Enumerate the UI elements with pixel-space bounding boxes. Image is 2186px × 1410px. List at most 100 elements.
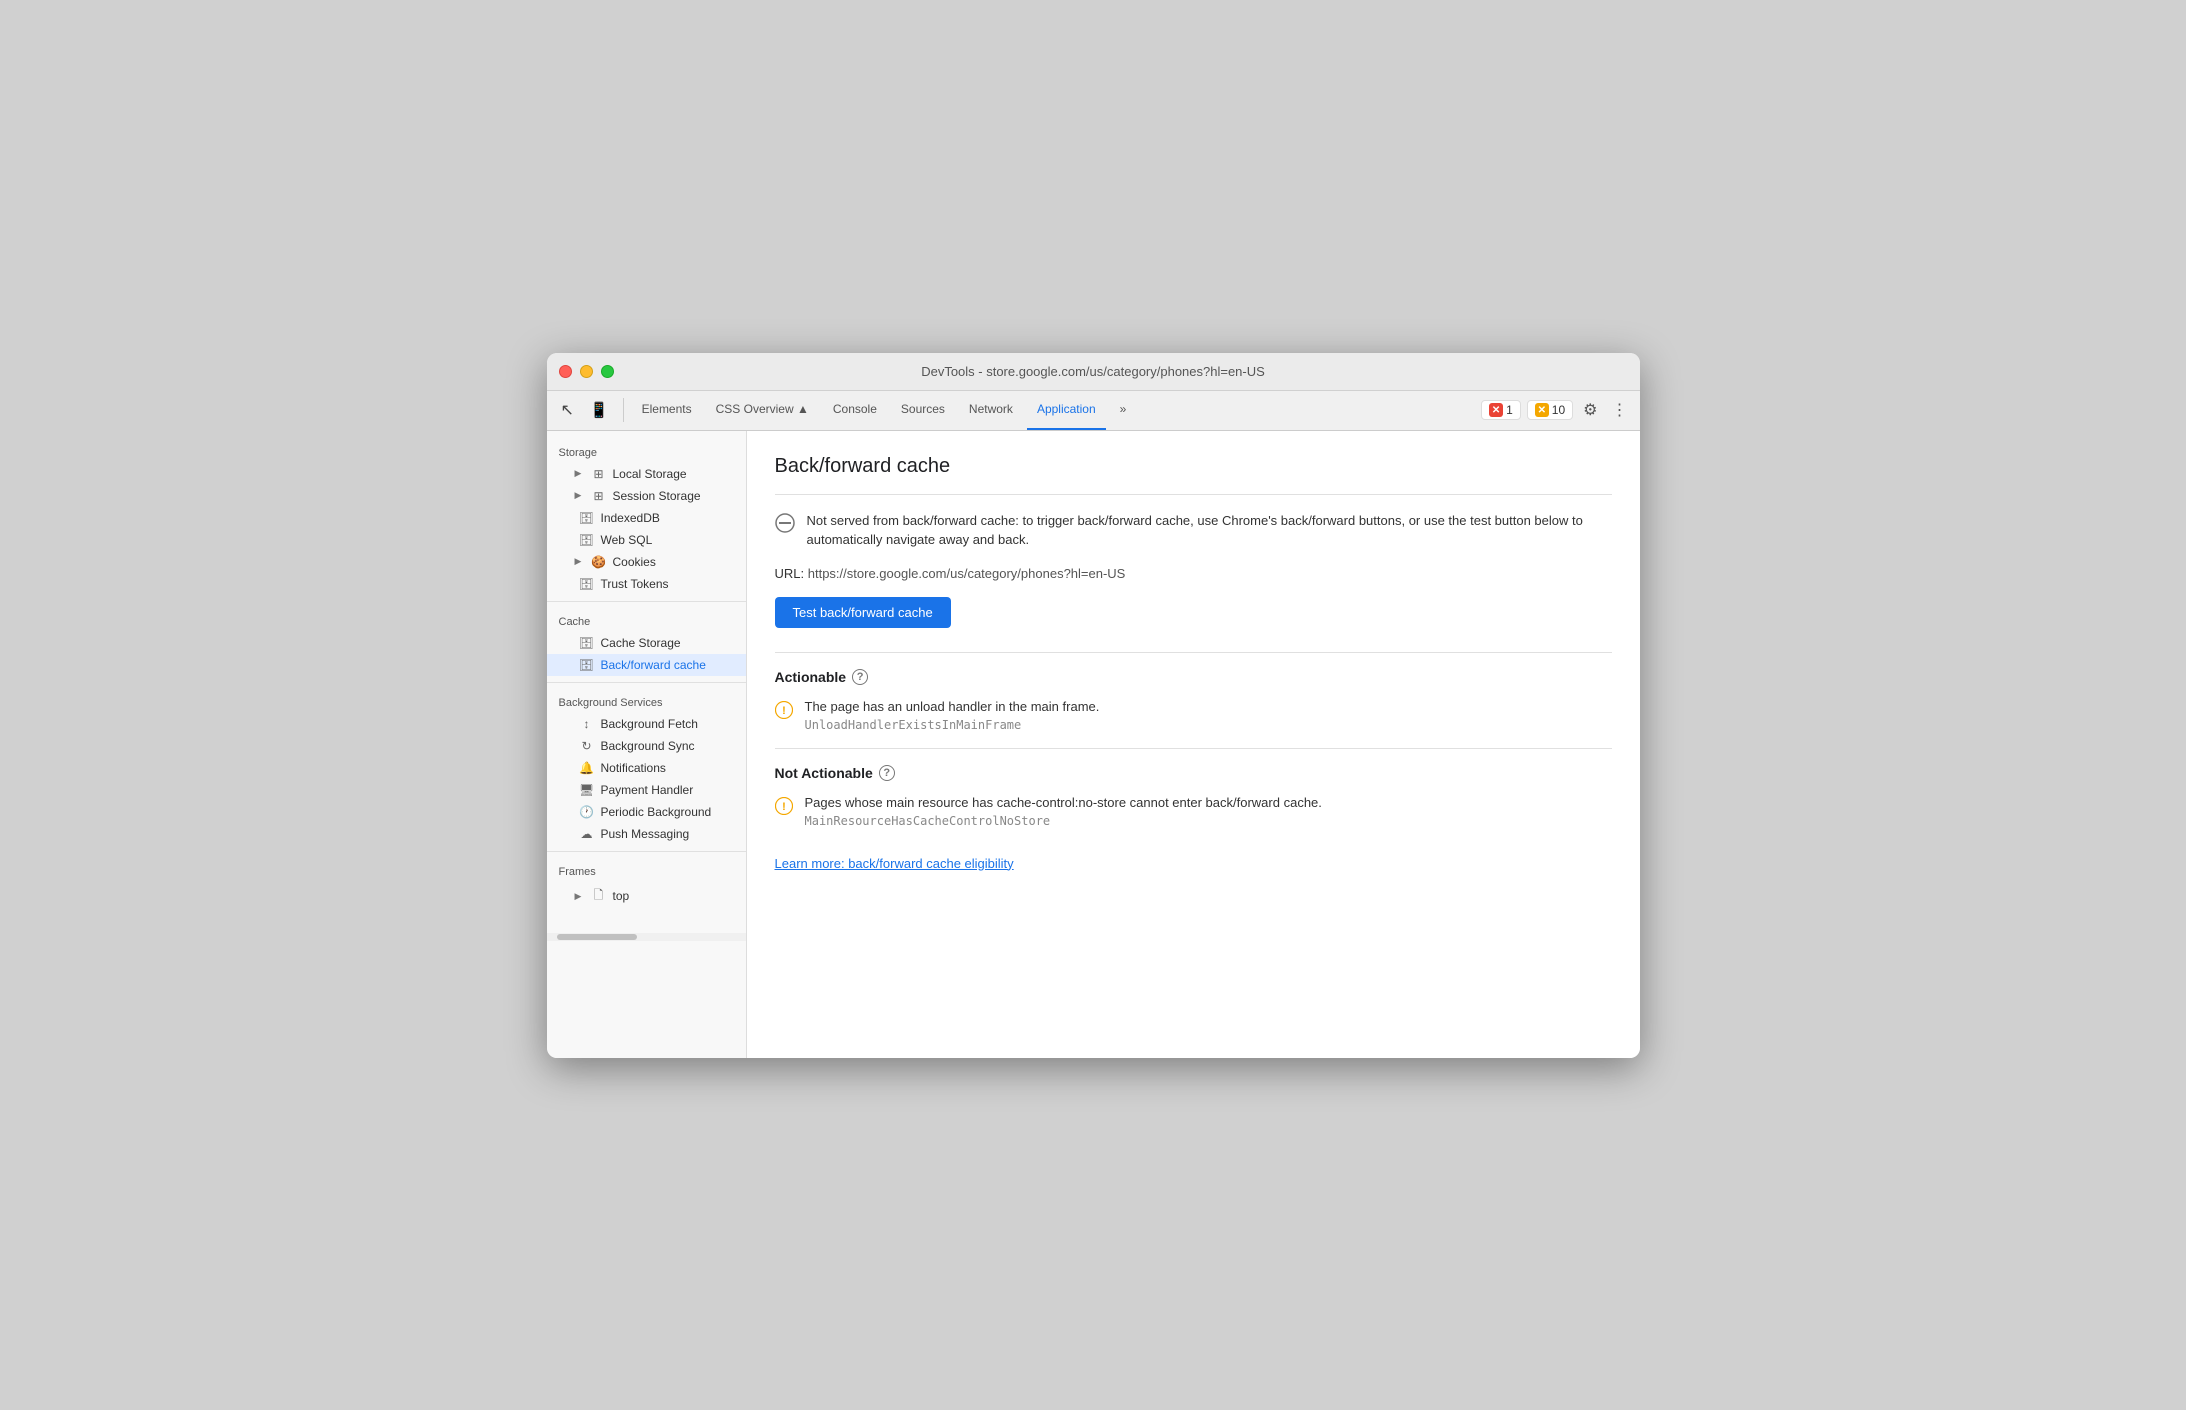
payment-handler-icon: 🖥 xyxy=(579,783,595,797)
panel-divider-2 xyxy=(775,652,1612,653)
local-storage-icon: ⊞ xyxy=(591,467,607,481)
sidebar-item-web-sql[interactable]: 🗄 Web SQL xyxy=(547,529,746,551)
tab-application[interactable]: Application xyxy=(1027,390,1106,430)
actionable-item-content-1: The page has an unload handler in the ma… xyxy=(805,699,1100,732)
panel-divider-3 xyxy=(775,748,1612,749)
close-button[interactable] xyxy=(559,365,572,378)
actionable-heading: Actionable ? xyxy=(775,669,1612,685)
settings-button[interactable]: ⚙ xyxy=(1579,396,1601,424)
sidebar-label-notifications: Notifications xyxy=(601,761,666,775)
sidebar-item-indexeddb[interactable]: 🗄 IndexedDB xyxy=(547,507,746,529)
tab-sources[interactable]: Sources xyxy=(891,390,955,430)
error-badge[interactable]: ✕ 1 xyxy=(1481,400,1521,420)
page-title: Back/forward cache xyxy=(775,455,1612,478)
devtools-window: DevTools - store.google.com/us/category/… xyxy=(547,353,1640,1058)
url-label: URL: xyxy=(775,566,805,581)
sidebar-item-payment-handler[interactable]: 🖥 Payment Handler xyxy=(547,779,746,801)
tab-more[interactable]: » xyxy=(1110,390,1137,430)
no-entry-icon xyxy=(775,513,795,533)
sidebar-label-web-sql: Web SQL xyxy=(601,533,653,547)
sidebar-label-cache-storage: Cache Storage xyxy=(601,636,681,650)
back-forward-cache-icon: 🗄 xyxy=(579,658,595,672)
not-actionable-item-message-1: Pages whose main resource has cache-cont… xyxy=(805,795,1322,810)
tab-console[interactable]: Console xyxy=(823,390,887,430)
toolbar-separator-1 xyxy=(623,398,624,422)
warning-icon-1: ! xyxy=(775,701,793,719)
actionable-item-code-1: UnloadHandlerExistsInMainFrame xyxy=(805,718,1100,732)
error-icon: ✕ xyxy=(1489,403,1503,417)
sidebar-item-trust-tokens[interactable]: 🗄 Trust Tokens xyxy=(547,573,746,595)
learn-more-link[interactable]: Learn more: back/forward cache eligibili… xyxy=(775,856,1014,871)
sidebar-item-push-messaging[interactable]: ☁ Push Messaging xyxy=(547,823,746,845)
actionable-item-1: ! The page has an unload handler in the … xyxy=(775,699,1612,732)
not-actionable-item-content-1: Pages whose main resource has cache-cont… xyxy=(805,795,1322,828)
not-actionable-heading: Not Actionable ? xyxy=(775,765,1612,781)
sidebar-scrollbar-track xyxy=(547,933,747,941)
svg-text:!: ! xyxy=(782,801,786,813)
expand-arrow-session-storage: ▶ xyxy=(575,490,585,501)
not-actionable-item-code-1: MainResourceHasCacheControlNoStore xyxy=(805,814,1322,828)
frames-section-label: Frames xyxy=(547,858,746,882)
sidebar-item-bg-fetch[interactable]: ↕ Background Fetch xyxy=(547,713,746,735)
tab-css-overview[interactable]: CSS Overview ▲ xyxy=(706,390,819,430)
sidebar-item-local-storage[interactable]: ▶ ⊞ Local Storage xyxy=(547,463,746,485)
sidebar: Storage ▶ ⊞ Local Storage ▶ ⊞ Session St… xyxy=(547,431,747,1058)
sidebar-item-bg-sync[interactable]: ↻ Background Sync xyxy=(547,735,746,757)
warning-icon: ✕ xyxy=(1535,403,1549,417)
tab-elements[interactable]: Elements xyxy=(632,390,702,430)
device-toolbar-button[interactable]: 📱 xyxy=(584,397,615,423)
push-messaging-icon: ☁ xyxy=(579,827,595,841)
content-panel: Back/forward cache Not served from back/… xyxy=(747,431,1640,1058)
tab-network[interactable]: Network xyxy=(959,390,1023,430)
sidebar-label-session-storage: Session Storage xyxy=(613,489,701,503)
sidebar-item-top-frame[interactable]: ▶ 🗋 top xyxy=(547,882,746,911)
not-actionable-help-icon[interactable]: ? xyxy=(879,765,895,781)
actionable-help-icon[interactable]: ? xyxy=(852,669,868,685)
cookies-icon: 🍪 xyxy=(591,555,607,569)
sidebar-label-cookies: Cookies xyxy=(613,555,656,569)
divider-3 xyxy=(547,851,746,852)
svg-text:!: ! xyxy=(782,705,786,717)
warning-badge[interactable]: ✕ 10 xyxy=(1527,400,1573,420)
sidebar-item-cache-storage[interactable]: 🗄 Cache Storage xyxy=(547,632,746,654)
sidebar-item-back-forward-cache[interactable]: 🗄 Back/forward cache xyxy=(547,654,746,676)
sidebar-label-bg-fetch: Background Fetch xyxy=(601,717,698,731)
sidebar-label-bg-sync: Background Sync xyxy=(601,739,695,753)
more-options-button[interactable]: ⋮ xyxy=(1608,396,1632,424)
session-storage-icon: ⊞ xyxy=(591,489,607,503)
sidebar-item-session-storage[interactable]: ▶ ⊞ Session Storage xyxy=(547,485,746,507)
trust-tokens-icon: 🗄 xyxy=(579,577,595,591)
cursor-tool-button[interactable]: ↖ xyxy=(555,396,580,424)
expand-arrow-cookies: ▶ xyxy=(575,556,585,567)
sidebar-label-top-frame: top xyxy=(613,889,630,903)
info-message: Not served from back/forward cache: to t… xyxy=(807,511,1612,550)
sidebar-scrollbar-thumb[interactable] xyxy=(557,934,637,940)
sidebar-item-cookies[interactable]: ▶ 🍪 Cookies xyxy=(547,551,746,573)
sidebar-label-push-messaging: Push Messaging xyxy=(601,827,690,841)
bg-sync-icon: ↻ xyxy=(579,739,595,753)
sidebar-item-notifications[interactable]: 🔔 Notifications xyxy=(547,757,746,779)
actionable-item-message-1: The page has an unload handler in the ma… xyxy=(805,699,1100,714)
test-bfcache-button[interactable]: Test back/forward cache xyxy=(775,597,951,628)
bg-fetch-icon: ↕ xyxy=(579,717,595,731)
divider-1 xyxy=(547,601,746,602)
panel-divider-1 xyxy=(775,494,1612,495)
not-actionable-item-1: ! Pages whose main resource has cache-co… xyxy=(775,795,1612,828)
expand-arrow-top-frame: ▶ xyxy=(575,891,585,902)
titlebar: DevTools - store.google.com/us/category/… xyxy=(547,353,1640,391)
sidebar-label-trust-tokens: Trust Tokens xyxy=(601,577,669,591)
not-actionable-label: Not Actionable xyxy=(775,765,873,781)
actionable-label: Actionable xyxy=(775,669,847,685)
url-value: https://store.google.com/us/category/pho… xyxy=(808,566,1126,581)
storage-section-label: Storage xyxy=(547,439,746,463)
sidebar-label-back-forward-cache: Back/forward cache xyxy=(601,658,706,672)
error-count: 1 xyxy=(1506,403,1513,417)
indexeddb-icon: 🗄 xyxy=(579,511,595,525)
maximize-button[interactable] xyxy=(601,365,614,378)
toolbar: ↖ 📱 Elements CSS Overview ▲ Console Sour… xyxy=(547,391,1640,431)
minimize-button[interactable] xyxy=(580,365,593,378)
sidebar-item-periodic-bg[interactable]: 🕐 Periodic Background xyxy=(547,801,746,823)
sidebar-label-local-storage: Local Storage xyxy=(613,467,687,481)
web-sql-icon: 🗄 xyxy=(579,533,595,547)
main-content: Storage ▶ ⊞ Local Storage ▶ ⊞ Session St… xyxy=(547,431,1640,1058)
